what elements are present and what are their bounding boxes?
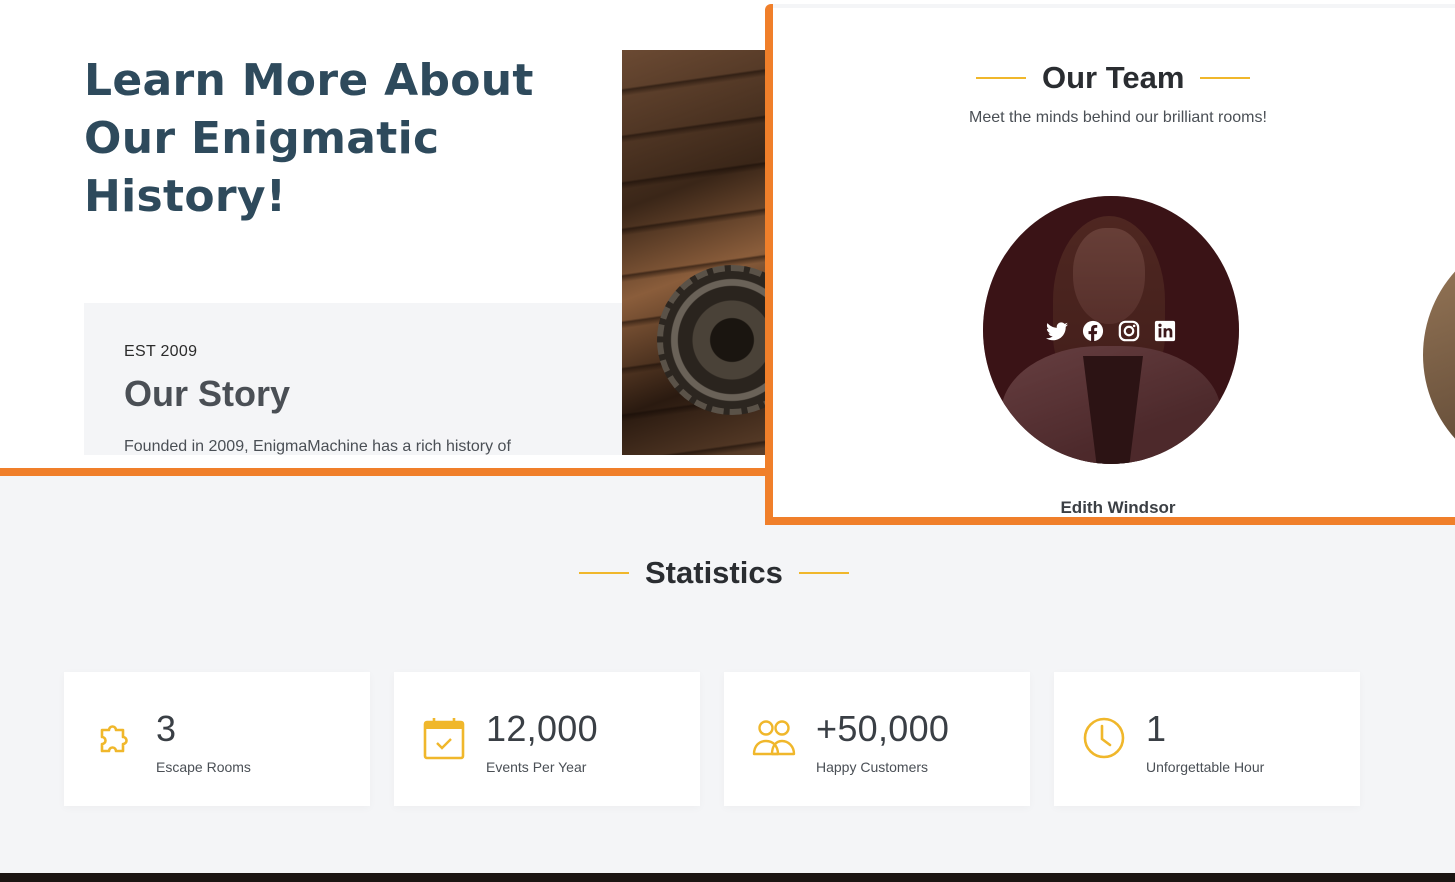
stat-card-customers: +50,000 Happy Customers bbox=[724, 672, 1030, 806]
statistics-section: Statistics 3 Escape Rooms 12,000 Events … bbox=[0, 476, 1455, 873]
stat-value: 3 bbox=[156, 708, 177, 749]
twitter-icon[interactable] bbox=[1045, 319, 1069, 343]
statistics-heading: Statistics bbox=[579, 555, 849, 591]
heading-line-right bbox=[1200, 77, 1251, 79]
team-section-highlight: Our Team Meet the minds behind our brill… bbox=[765, 4, 1455, 525]
gear-image bbox=[657, 265, 765, 415]
stat-card-hour: 1 Unforgettable Hour bbox=[1054, 672, 1360, 806]
instagram-icon[interactable] bbox=[1117, 319, 1141, 343]
story-established: EST 2009 bbox=[124, 343, 198, 360]
history-section: Learn More About Our Enigmatic History! … bbox=[0, 0, 765, 470]
stat-card-escape-rooms: 3 Escape Rooms bbox=[64, 672, 370, 806]
stat-label: Events Per Year bbox=[486, 759, 587, 775]
history-title: Learn More About Our Enigmatic History! bbox=[84, 55, 534, 222]
stat-label: Escape Rooms bbox=[156, 759, 251, 775]
team-subheading: Meet the minds behind our brilliant room… bbox=[969, 109, 1267, 126]
history-photo bbox=[622, 50, 765, 455]
stat-value: 12,000 bbox=[486, 708, 598, 749]
member-social-links bbox=[1045, 319, 1177, 343]
puzzle-icon bbox=[100, 725, 128, 753]
story-title: Our Story bbox=[124, 373, 291, 414]
footer-image-band bbox=[0, 873, 1455, 882]
member-name: Edith Windsor bbox=[1060, 498, 1176, 517]
highlight-frame-bottom bbox=[0, 468, 768, 476]
calendar-check-icon bbox=[423, 718, 465, 760]
stat-card-events: 12,000 Events Per Year bbox=[394, 672, 700, 806]
team-heading: Our Team bbox=[976, 60, 1251, 96]
users-icon bbox=[752, 720, 796, 756]
team-heading-text: Our Team bbox=[1042, 60, 1185, 95]
next-member-photo[interactable] bbox=[1423, 230, 1455, 480]
story-text: Founded in 2009, EnigmaMachine has a ric… bbox=[124, 438, 511, 455]
heading-line-left bbox=[976, 77, 1026, 79]
facebook-icon[interactable] bbox=[1081, 319, 1105, 343]
stat-value: 1 bbox=[1146, 708, 1167, 749]
team-section: Our Team Meet the minds behind our brill… bbox=[773, 8, 1455, 517]
story-card: EST 2009 Our Story Founded in 2009, Enig… bbox=[84, 303, 622, 455]
heading-line-right bbox=[798, 572, 849, 574]
heading-line-left bbox=[579, 572, 629, 574]
statistics-heading-text: Statistics bbox=[645, 555, 783, 590]
linkedin-icon[interactable] bbox=[1153, 319, 1177, 343]
clock-icon bbox=[1083, 717, 1125, 759]
stat-value: +50,000 bbox=[816, 708, 950, 749]
member-photo[interactable] bbox=[983, 196, 1239, 464]
stat-label: Happy Customers bbox=[816, 759, 929, 775]
stat-label: Unforgettable Hour bbox=[1146, 759, 1265, 775]
